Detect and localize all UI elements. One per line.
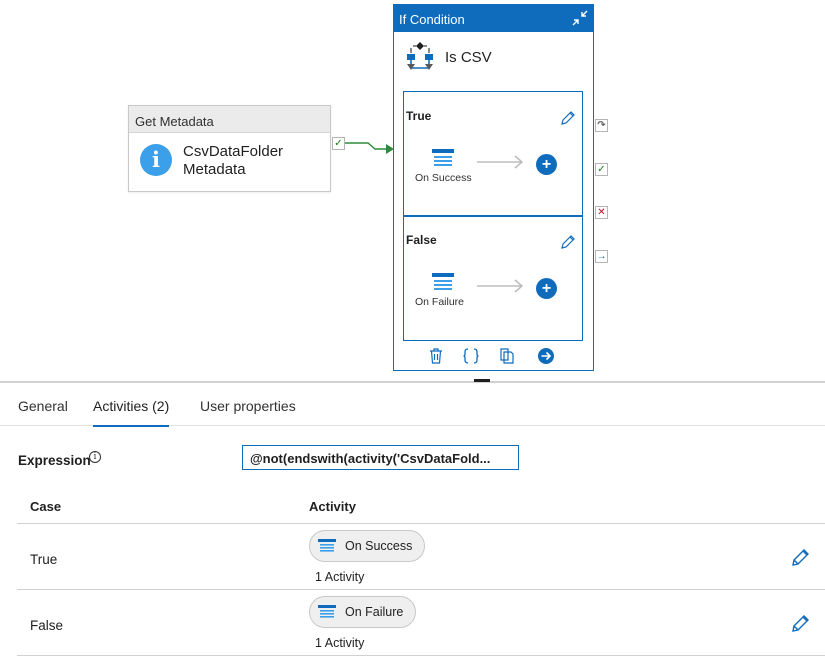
completion-output-arrow-icon[interactable]: → bbox=[595, 250, 608, 263]
get-metadata-activity[interactable]: Get Metadata i CsvDataFolder Metadata bbox=[128, 105, 331, 192]
true-branch-container[interactable]: True On Success + bbox=[403, 91, 583, 217]
table-row: False On Failure 1 Activity bbox=[17, 590, 825, 656]
activity-pill-label: On Success bbox=[345, 539, 413, 553]
failure-output-x-icon[interactable]: ✕ bbox=[595, 206, 608, 219]
tab-general[interactable]: General bbox=[18, 398, 68, 426]
success-output-checkmark-icon[interactable]: ✓ bbox=[332, 137, 345, 150]
output-arrow-icon[interactable] bbox=[537, 347, 555, 365]
add-activity-button[interactable]: + bbox=[536, 154, 557, 175]
activity-pill[interactable]: On Success bbox=[309, 530, 426, 562]
false-branch-label: False bbox=[406, 233, 437, 247]
set-variable-activity-icon bbox=[432, 273, 454, 290]
delete-icon[interactable] bbox=[427, 347, 445, 365]
set-variable-activity-icon bbox=[318, 605, 336, 618]
column-header-case: Case bbox=[30, 499, 62, 514]
true-branch-activity-label: On Success bbox=[415, 172, 472, 184]
edit-pencil-icon[interactable] bbox=[791, 614, 810, 633]
success-connector-arrow bbox=[345, 142, 394, 154]
case-value: True bbox=[30, 552, 58, 567]
if-condition-header: If Condition bbox=[399, 12, 465, 27]
true-branch-label: True bbox=[406, 109, 432, 123]
false-branch-activity-label: On Failure bbox=[415, 296, 465, 308]
activity-count: 1 Activity bbox=[315, 570, 365, 584]
edit-pencil-icon[interactable] bbox=[791, 548, 810, 567]
skipped-output-icon[interactable]: ↷ bbox=[595, 119, 608, 132]
collapse-icon[interactable] bbox=[571, 9, 589, 27]
add-activity-button[interactable]: + bbox=[536, 278, 557, 299]
get-metadata-header: Get Metadata bbox=[129, 106, 330, 133]
if-condition-activity[interactable]: If Condition Is CSV True On Success + Fa… bbox=[393, 4, 594, 371]
case-value: False bbox=[30, 618, 64, 633]
info-icon[interactable]: i bbox=[89, 451, 101, 463]
tab-activities[interactable]: Activities (2) bbox=[93, 398, 170, 427]
expression-label: Expression bbox=[18, 453, 91, 468]
activity-pill[interactable]: On Failure bbox=[309, 596, 417, 628]
properties-tabs: General Activities (2) User properties bbox=[0, 383, 825, 427]
activity-pill-label: On Failure bbox=[345, 605, 404, 619]
get-metadata-name: CsvDataFolder Metadata bbox=[183, 143, 284, 178]
branch-arrow-icon bbox=[477, 155, 524, 169]
splitter-grip-handle[interactable] bbox=[474, 379, 490, 382]
pipeline-canvas[interactable]: Get Metadata i CsvDataFolder Metadata ✓ … bbox=[0, 0, 825, 381]
edit-pencil-icon[interactable] bbox=[560, 234, 576, 250]
if-condition-title: Is CSV bbox=[445, 49, 492, 66]
set-variable-activity-icon bbox=[318, 539, 336, 552]
edit-pencil-icon[interactable] bbox=[560, 110, 576, 126]
code-braces-icon[interactable] bbox=[462, 347, 480, 365]
if-condition-icon bbox=[407, 42, 433, 70]
column-header-activity: Activity bbox=[309, 499, 356, 514]
activity-toolbar bbox=[394, 343, 592, 369]
expression-input[interactable]: @not(endswith(activity('CsvDataFold... bbox=[242, 445, 519, 470]
case-table-header: Case Activity bbox=[17, 490, 825, 524]
set-variable-activity-icon bbox=[432, 149, 454, 166]
table-row: True On Success 1 Activity bbox=[17, 524, 825, 590]
false-branch-container[interactable]: False On Failure + bbox=[403, 215, 583, 341]
copy-icon[interactable] bbox=[498, 347, 516, 365]
branch-arrow-icon bbox=[477, 279, 524, 293]
tab-user-properties[interactable]: User properties bbox=[200, 398, 296, 426]
activity-count: 1 Activity bbox=[315, 636, 365, 650]
success-output-checkmark-icon[interactable]: ✓ bbox=[595, 163, 608, 176]
info-icon: i bbox=[140, 144, 172, 176]
